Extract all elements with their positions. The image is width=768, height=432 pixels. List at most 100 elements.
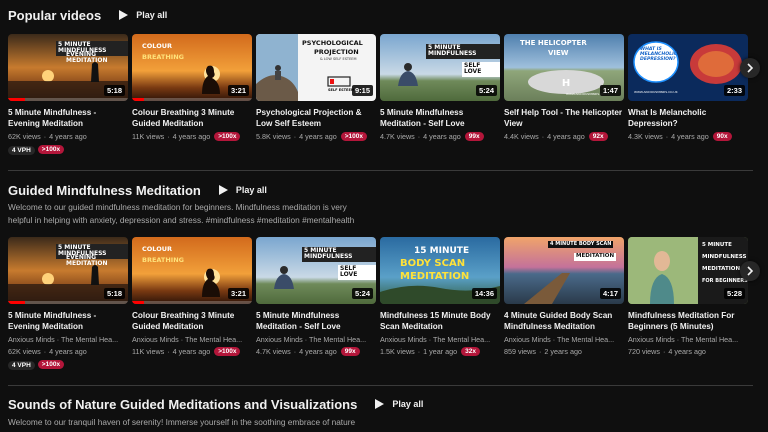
outlier-badge: 92x: [588, 132, 608, 141]
view-count: 1.5K views: [380, 347, 415, 356]
thumbnail-text: EVENING MEDITATION: [66, 254, 108, 268]
section-header: Popular videos Play all: [8, 5, 167, 25]
video-title[interactable]: Psychological Projection & Low Self Este…: [256, 107, 376, 129]
outlier-badge: 99x: [340, 347, 360, 356]
section-title[interactable]: Sounds of Nature Guided Meditations and …: [8, 397, 357, 412]
video-card[interactable]: 5 MINUTE MINDFULNESS SELF LOVE 5:24 5 Mi…: [256, 237, 376, 356]
video-title[interactable]: Colour Breathing 3 Minute Guided Meditat…: [132, 310, 252, 332]
video-card[interactable]: WHAT IS MELANCHOLIC DEPRESSION? WWW.ANXI…: [628, 34, 748, 141]
video-thumbnail[interactable]: 5 MINUTE MINDFULNESS EVENING MEDITATION …: [8, 34, 128, 101]
duration-badge: 14:36: [471, 288, 497, 299]
outlier-badge: >100x: [214, 132, 241, 141]
watch-progress-bar: [8, 301, 25, 304]
play-all-button[interactable]: Play all: [218, 185, 267, 195]
video-card[interactable]: H THE HELICOPTER VIEW WWW.ANXIOUSMINDS.C…: [504, 34, 624, 141]
duration-badge: 3:21: [227, 85, 249, 96]
video-title[interactable]: Self Help Tool - The Helicopter View: [504, 107, 624, 129]
view-count: 720 views: [628, 347, 660, 356]
video-title[interactable]: 5 Minute Mindfulness - Evening Meditatio…: [8, 107, 128, 129]
video-thumbnail[interactable]: 5 MINUTE MINDFULNESS EVENING MEDITATION …: [8, 237, 128, 304]
play-all-button[interactable]: Play all: [375, 399, 423, 409]
video-meta: 62K views · 4 years ago: [8, 132, 87, 141]
thumbnail-text: VIEW: [548, 49, 569, 57]
video-title[interactable]: 4 Minute Guided Body Scan Mindfulness Me…: [504, 310, 624, 332]
video-thumbnail[interactable]: 4 MINUTE BODY SCAN MEDITATION 4:17: [504, 237, 624, 304]
video-card[interactable]: COLOUR BREATHING 3:21 Colour Breathing 3…: [132, 34, 252, 141]
video-thumbnail[interactable]: 5 MINUTE MINDFULNESS SELF LOVE 5:24: [380, 34, 500, 101]
outlier-badge: 32x: [461, 347, 480, 356]
thumbnail-text: MEDITATION: [702, 266, 741, 272]
thumbnail-text: MINDFULNESS: [702, 254, 747, 260]
video-thumbnail[interactable]: 5 MINUTE MINDFULNESS MEDITATION FOR BEGI…: [628, 237, 748, 304]
vph-badge: 4 VPH: [8, 361, 35, 370]
video-row: 5 MINUTE MINDFULNESS EVENING MEDITATION …: [8, 34, 760, 174]
duration-badge: 5:24: [351, 288, 373, 299]
video-card[interactable]: 4 MINUTE BODY SCAN MEDITATION 4:17 4 Min…: [504, 237, 624, 356]
video-meta: 11K views · 4 years ago >100x: [132, 132, 252, 141]
video-card[interactable]: 5 MINUTE MINDFULNESS SELF LOVE 5:24 5 Mi…: [380, 34, 500, 141]
channel-name[interactable]: Anxious Minds · The Mental Hea...: [628, 335, 748, 344]
video-thumbnail[interactable]: PSYCHOLOGICAL PROJECTION & LOW SELF ESTE…: [256, 34, 376, 101]
video-card[interactable]: PSYCHOLOGICAL PROJECTION & LOW SELF ESTE…: [256, 34, 376, 141]
thumbnail-text: 5 MINUTE MINDFULNESS: [302, 247, 376, 262]
video-meta: 859 views · 2 years ago: [504, 347, 582, 356]
section-title[interactable]: Popular videos: [8, 8, 101, 23]
video-title[interactable]: 5 Minute Mindfulness Meditation - Self L…: [380, 107, 500, 129]
thumbnail-text: 5 MINUTE: [702, 242, 732, 248]
section-header: Sounds of Nature Guided Meditations and …: [8, 394, 423, 414]
play-all-label: Play all: [392, 399, 424, 409]
video-thumbnail[interactable]: H THE HELICOPTER VIEW WWW.ANXIOUSMINDS.C…: [504, 34, 624, 101]
video-title[interactable]: Colour Breathing 3 Minute Guided Meditat…: [132, 107, 252, 129]
thumbnail-text: BODY SCAN: [400, 258, 466, 269]
video-card[interactable]: COLOUR BREATHING 3:21 Colour Breathing 3…: [132, 237, 252, 356]
channel-name[interactable]: Anxious Minds · The Mental Hea...: [132, 335, 252, 344]
thumbnail-text: PROJECTION: [314, 48, 359, 56]
upload-age: 4 years ago: [668, 347, 706, 356]
thumbnail-text: SELF LOVE: [462, 62, 500, 77]
video-meta: 720 views · 4 years ago: [628, 347, 706, 356]
video-thumbnail[interactable]: 15 MINUTE BODY SCAN MEDITATION 14:36: [380, 237, 500, 304]
video-card[interactable]: 5 MINUTE MINDFULNESS EVENING MEDITATION …: [8, 237, 128, 370]
video-card[interactable]: 5 MINUTE MINDFULNESS EVENING MEDITATION …: [8, 34, 128, 155]
video-thumbnail[interactable]: COLOUR BREATHING 3:21: [132, 237, 252, 304]
channel-name[interactable]: Anxious Minds · The Mental Hea...: [256, 335, 376, 344]
thumbnail-text: BREATHING: [142, 53, 184, 61]
thumbnail-text: BREATHING: [142, 256, 184, 264]
play-all-label: Play all: [136, 10, 168, 20]
video-meta: 4.3K views · 4 years ago 90x: [628, 132, 748, 141]
upload-age: 4 years ago: [671, 132, 709, 141]
watch-progress-bar: [132, 98, 144, 101]
video-title[interactable]: Mindfulness Meditation For Beginners (5 …: [628, 310, 748, 332]
duration-badge: 5:18: [103, 85, 125, 96]
next-button[interactable]: [740, 261, 760, 281]
thumbnail-text: 15 MINUTE: [414, 246, 470, 256]
thumbnail-text: 5 MINUTE MINDFULNESS: [426, 44, 500, 59]
duration-badge: 3:21: [227, 288, 249, 299]
view-count: 5.8K views: [256, 132, 291, 141]
chevron-right-icon: [747, 63, 754, 73]
video-thumbnail[interactable]: WHAT IS MELANCHOLIC DEPRESSION? WWW.ANXI…: [628, 34, 748, 101]
channel-name[interactable]: Anxious Minds · The Mental Hea...: [8, 335, 128, 344]
video-card[interactable]: 5 MINUTE MINDFULNESS MEDITATION FOR BEGI…: [628, 237, 748, 356]
video-meta: 4.4K views · 4 years ago 92x: [504, 132, 624, 141]
section-popular-videos: Popular videos Play all 5 MINUTE MINDFUL…: [0, 0, 768, 170]
video-thumbnail[interactable]: 5 MINUTE MINDFULNESS SELF LOVE 5:24: [256, 237, 376, 304]
video-thumbnail[interactable]: COLOUR BREATHING 3:21: [132, 34, 252, 101]
video-card[interactable]: 15 MINUTE BODY SCAN MEDITATION 14:36 Min…: [380, 237, 500, 356]
thumbnail-text: MEDITATION: [574, 253, 617, 261]
video-title[interactable]: What Is Melancholic Depression?: [628, 107, 748, 129]
video-title[interactable]: 5 Minute Mindfulness Meditation - Self L…: [256, 310, 376, 332]
play-icon: [218, 185, 228, 195]
next-button[interactable]: [740, 58, 760, 78]
channel-name[interactable]: Anxious Minds · The Mental Hea...: [504, 335, 624, 344]
upload-age: 4 years ago: [49, 132, 87, 141]
video-title[interactable]: Mindfulness 15 Minute Body Scan Meditati…: [380, 310, 500, 332]
video-title[interactable]: 5 Minute Mindfulness - Evening Meditatio…: [8, 310, 128, 332]
play-all-button[interactable]: Play all: [119, 10, 167, 20]
outlier-badge: >100x: [214, 347, 241, 356]
channel-name[interactable]: Anxious Minds · The Mental Hea...: [380, 335, 500, 344]
section-title[interactable]: Guided Mindfulness Meditation: [8, 183, 201, 198]
thumbnail-text: 4 MINUTE BODY SCAN: [548, 241, 614, 249]
upload-age: 4 years ago: [49, 347, 87, 356]
play-icon: [375, 399, 385, 409]
